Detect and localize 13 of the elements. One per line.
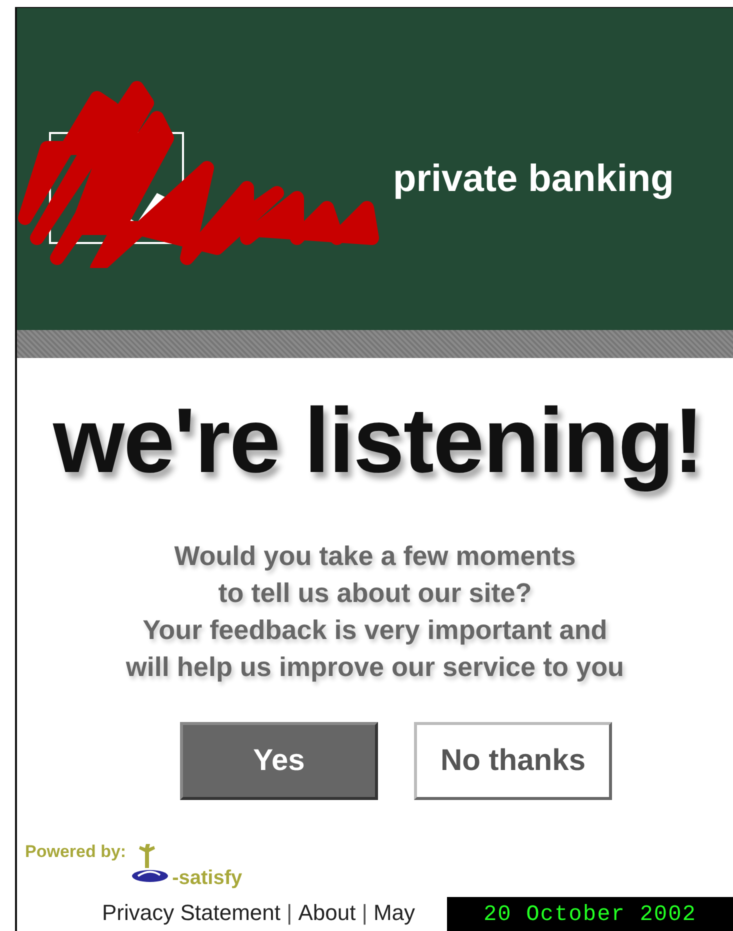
decline-button[interactable]: No thanks <box>414 722 612 800</box>
yes-button[interactable]: Yes <box>180 722 378 800</box>
footer-link[interactable]: Privacy Statement <box>102 900 281 926</box>
footer-link[interactable]: May <box>373 900 416 926</box>
powered-by-label: Powered by: <box>25 842 126 862</box>
survey-message: Would you take a few moments to tell us about our site? Your feedback is very important and will help us improve our service to you <box>124 540 626 684</box>
footer-link[interactable]: About <box>298 900 356 926</box>
page-heading: we're listening! <box>53 389 704 494</box>
date-stamp: 20 October 2002 <box>447 897 733 931</box>
link-separator: | <box>362 900 368 926</box>
brand-name: -satisfy <box>172 867 242 890</box>
link-separator: | <box>286 900 292 926</box>
tagline: private banking <box>393 158 674 201</box>
